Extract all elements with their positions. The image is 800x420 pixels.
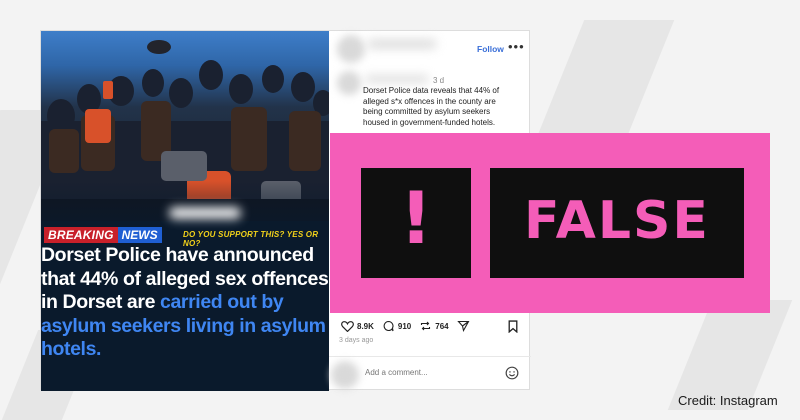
commenter-name-blurred	[365, 75, 429, 83]
more-icon[interactable]: •••	[508, 39, 525, 54]
comment-count: 910	[397, 321, 412, 331]
heart-icon[interactable]	[341, 320, 354, 332]
like-group[interactable]: 8.9K	[341, 320, 374, 332]
post-image[interactable]: BREAKING NEWS DO YOU SUPPORT THIS? YES O…	[41, 31, 329, 391]
post-date: 3 days ago	[339, 337, 374, 344]
breaking-news-banner: BREAKING NEWS	[44, 227, 162, 243]
author-avatar-blurred[interactable]	[337, 35, 365, 63]
like-count: 8.9K	[357, 321, 374, 331]
image-headline: Dorset Police have announced that 44% of…	[41, 244, 329, 362]
background-shape	[535, 20, 675, 140]
false-label-box: FALSE	[490, 168, 744, 278]
comment-input[interactable]: Add a comment...	[365, 368, 428, 377]
repost-group[interactable]: 764	[419, 320, 449, 332]
false-verdict-banner: ! FALSE	[330, 133, 770, 313]
follow-button[interactable]: Follow	[477, 44, 504, 54]
bookmark-icon[interactable]	[507, 320, 519, 333]
comment-group[interactable]: 910	[382, 320, 411, 332]
news-label: NEWS	[117, 227, 162, 243]
repost-icon[interactable]	[419, 320, 432, 332]
false-label: FALSE	[524, 191, 710, 251]
author-name-blurred	[367, 39, 437, 49]
image-credit: Credit: Instagram	[678, 393, 778, 408]
repost-count: 764	[435, 321, 449, 331]
commenter-avatar-blurred	[337, 71, 361, 95]
action-bar: 8.9K 910 764	[341, 320, 473, 332]
blurred-watermark	[169, 207, 241, 219]
emoji-icon[interactable]	[505, 366, 519, 380]
breaking-label: BREAKING	[44, 227, 118, 243]
divider	[329, 356, 531, 357]
caption-time: 3 d	[433, 76, 445, 85]
share-icon[interactable]	[456, 320, 470, 332]
exclamation-box: !	[361, 168, 471, 278]
post-caption: Dorset Police data reveals that 44% of a…	[363, 86, 500, 127]
user-avatar-blurred	[331, 361, 359, 389]
exclamation-icon: !	[399, 176, 433, 260]
comment-icon[interactable]	[382, 320, 395, 332]
